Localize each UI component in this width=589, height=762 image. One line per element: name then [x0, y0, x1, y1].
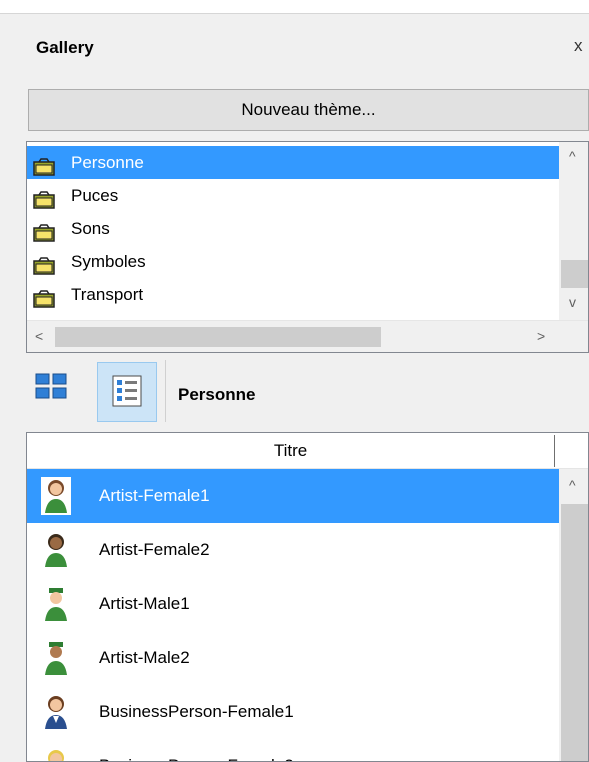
theme-label: Puces	[71, 186, 119, 205]
top-border	[0, 0, 589, 14]
item-label: Artist-Male2	[99, 648, 190, 667]
item-label: Artist-Male1	[99, 594, 190, 613]
theme-label: Sons	[71, 219, 110, 238]
detail-view-icon	[98, 375, 156, 425]
item-label: BusinessPerson-Female2	[99, 739, 294, 761]
item-label: BusinessPerson-Female1	[99, 702, 294, 721]
businessperson-female-icon	[41, 693, 71, 731]
themes-vertical-scrollbar[interactable]: ^ v	[559, 142, 588, 320]
list-item[interactable]: Artist-Female2	[27, 523, 559, 577]
scroll-up-arrow[interactable]: ^	[569, 477, 576, 493]
artist-female-icon	[41, 531, 71, 569]
theme-item-transport[interactable]: Transport	[27, 278, 559, 311]
theme-label: Personne	[71, 153, 144, 172]
scroll-thumb[interactable]	[55, 327, 381, 347]
theme-item-sons[interactable]: Sons	[27, 212, 559, 245]
theme-item-symboles[interactable]: Symboles	[27, 245, 559, 278]
detail-view-button[interactable]	[97, 362, 157, 422]
scroll-thumb[interactable]	[561, 504, 588, 761]
icon-view-button[interactable]	[30, 366, 72, 406]
panel-title: Gallery	[36, 38, 94, 57]
artist-male-icon	[41, 639, 71, 677]
item-label: Artist-Female1	[99, 486, 210, 505]
column-header-title[interactable]: Titre	[27, 433, 588, 469]
list-item[interactable]: BusinessPerson-Female1	[27, 685, 559, 739]
theme-label: Transport	[71, 285, 144, 304]
themes-list[interactable]: Personne Puces Sons Symboles Transport ^…	[26, 141, 589, 353]
list-item[interactable]: Artist-Male1	[27, 577, 559, 631]
folder-theme-icon	[33, 286, 55, 319]
theme-item-puces[interactable]: Puces	[27, 179, 559, 212]
artist-male-icon	[41, 585, 71, 623]
list-vertical-scrollbar[interactable]: ^	[559, 469, 588, 761]
column-header-label: Titre	[273, 441, 308, 460]
gallery-items-list[interactable]: Titre Artist-Female1 Artist-Female2 Arti…	[26, 432, 589, 762]
toolbar-divider	[165, 360, 166, 422]
theme-item-personne[interactable]: Personne	[27, 146, 559, 179]
item-label: Artist-Female2	[99, 540, 210, 559]
list-item[interactable]: Artist-Female1	[27, 469, 559, 523]
themes-horizontal-scrollbar[interactable]: < >	[27, 320, 588, 352]
scroll-left-arrow[interactable]: <	[35, 328, 43, 344]
list-item[interactable]: Artist-Male2	[27, 631, 559, 685]
artist-female-icon	[41, 477, 71, 515]
scroll-down-arrow[interactable]: v	[569, 294, 576, 310]
scroll-right-arrow[interactable]: >	[537, 328, 545, 344]
list-item[interactable]: BusinessPerson-Female2	[27, 739, 559, 761]
current-theme-label: Personne	[178, 385, 256, 404]
close-button[interactable]: x	[574, 36, 583, 56]
businessperson-female-icon	[41, 747, 71, 761]
theme-label: Symboles	[71, 252, 146, 271]
column-divider[interactable]	[554, 435, 555, 467]
new-theme-button[interactable]: Nouveau thème...	[28, 89, 589, 131]
scroll-thumb[interactable]	[561, 260, 588, 288]
scroll-up-arrow[interactable]: ^	[569, 148, 576, 164]
icon-view-icon	[30, 373, 72, 410]
